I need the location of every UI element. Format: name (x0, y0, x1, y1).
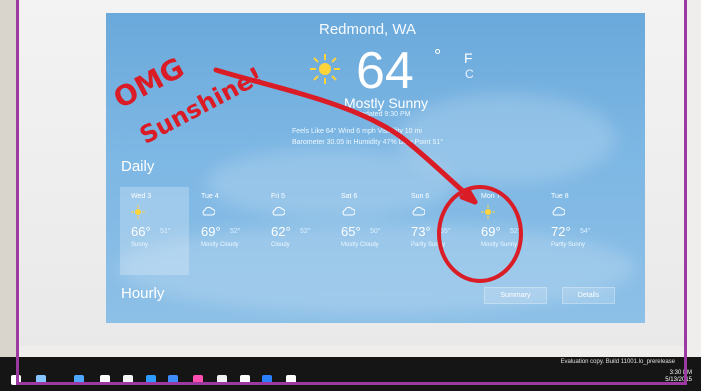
taskbar: Evaluation copy. Build 11001.lo_prerelea… (0, 357, 701, 391)
left-panel (0, 0, 16, 391)
store-icon[interactable] (123, 375, 133, 385)
mon-highlight-circle (437, 185, 523, 283)
mail-icon[interactable] (146, 375, 156, 385)
screen: Redmond, WA 64 ° F C Mostly Sunny Update… (20, 0, 684, 346)
arrow-path (213, 67, 478, 205)
taskbar-time: 3:30 PM (669, 370, 692, 376)
app-icon[interactable] (193, 375, 203, 385)
start-icon[interactable] (11, 375, 21, 385)
weather-icon[interactable] (240, 375, 250, 385)
search-icon[interactable] (36, 375, 46, 385)
edge-icon[interactable] (74, 375, 84, 385)
photos-icon[interactable] (262, 375, 272, 385)
taskbar-clock[interactable]: 3:30 PM 5/13/2015 (665, 370, 692, 384)
settings-icon[interactable] (217, 375, 227, 385)
folder-icon[interactable] (100, 375, 110, 385)
taskbar-date: 5/13/2015 (665, 377, 692, 383)
calendar-icon[interactable] (168, 375, 178, 385)
active-app-icon[interactable] (286, 375, 296, 385)
build-watermark: Evaluation copy. Build 11001.lo_prerelea… (560, 359, 675, 365)
annotation-arrow (213, 67, 523, 283)
